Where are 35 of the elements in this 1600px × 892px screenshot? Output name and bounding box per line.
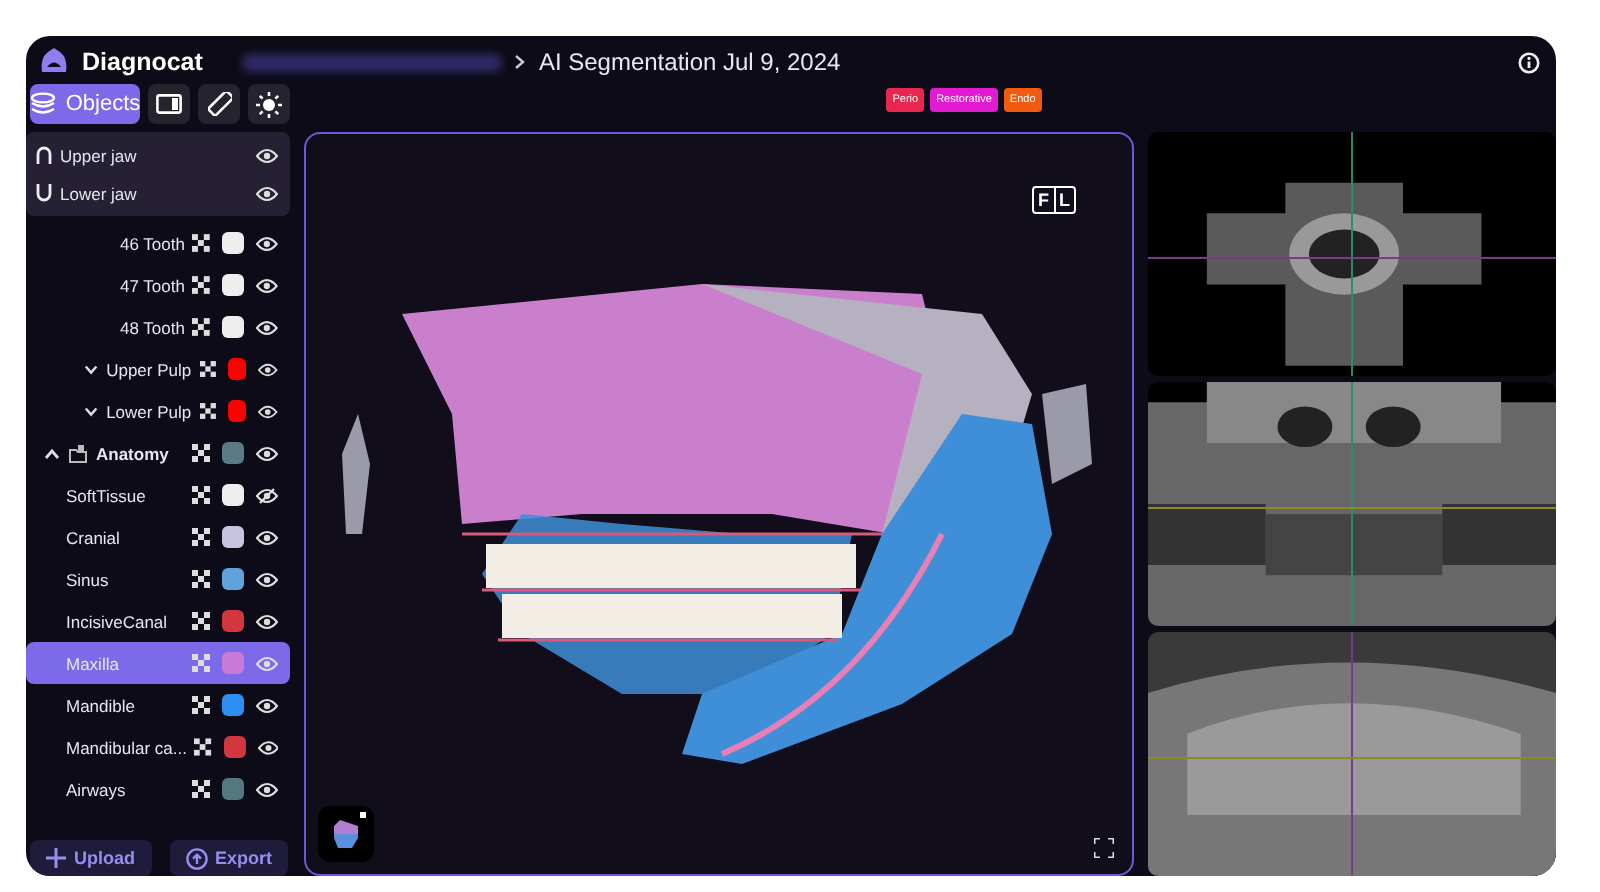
- object-row[interactable]: Mandible: [26, 684, 290, 726]
- object-label: 47 Tooth: [120, 275, 185, 295]
- orientation-cube[interactable]: F L: [1032, 186, 1076, 214]
- object-row[interactable]: 47 Tooth: [26, 264, 290, 306]
- object-row[interactable]: 48 Tooth: [26, 306, 290, 348]
- object-label: Sinus: [66, 569, 111, 589]
- objects-tab[interactable]: Objects: [30, 84, 140, 124]
- object-label: Mandibular ca...: [66, 737, 187, 757]
- object-label: Anatomy: [96, 443, 171, 463]
- object-label: 48 Tooth: [120, 317, 185, 337]
- object-label: Mandible: [66, 695, 137, 715]
- export-button[interactable]: Export: [169, 840, 289, 876]
- jaw-label[interactable]: Upper jaw: [60, 145, 248, 165]
- object-row[interactable]: Sinus: [26, 558, 290, 600]
- object-row[interactable]: Lower Pulp: [26, 390, 290, 432]
- object-row[interactable]: IncisiveCanal: [26, 600, 290, 642]
- object-row[interactable]: 46 Tooth: [26, 222, 290, 264]
- upload-button[interactable]: Upload: [30, 840, 151, 876]
- object-label: Cranial: [66, 527, 122, 547]
- breadcrumb-title: AI Segmentation Jul 9, 2024: [538, 48, 841, 76]
- object-row[interactable]: Anatomy: [26, 432, 290, 474]
- object-row[interactable]: Mandibular ca...: [26, 726, 290, 768]
- jaw-label[interactable]: Lower jaw: [60, 183, 248, 203]
- object-label: Airways: [66, 779, 128, 799]
- object-label: Lower Pulp: [106, 401, 192, 421]
- app-name: Diagnocat: [82, 48, 203, 76]
- object-row[interactable]: Upper Pulp: [26, 348, 290, 390]
- object-row[interactable]: Airways: [26, 768, 290, 810]
- object-label: SoftTissue: [66, 485, 148, 505]
- object-label: Maxilla: [66, 653, 121, 673]
- object-row[interactable]: SoftTissue: [26, 474, 290, 516]
- object-row[interactable]: Cranial: [26, 516, 290, 558]
- object-label: IncisiveCanal: [66, 611, 170, 631]
- object-label: Upper Pulp: [106, 359, 192, 379]
- object-label: 46 Tooth: [120, 233, 185, 253]
